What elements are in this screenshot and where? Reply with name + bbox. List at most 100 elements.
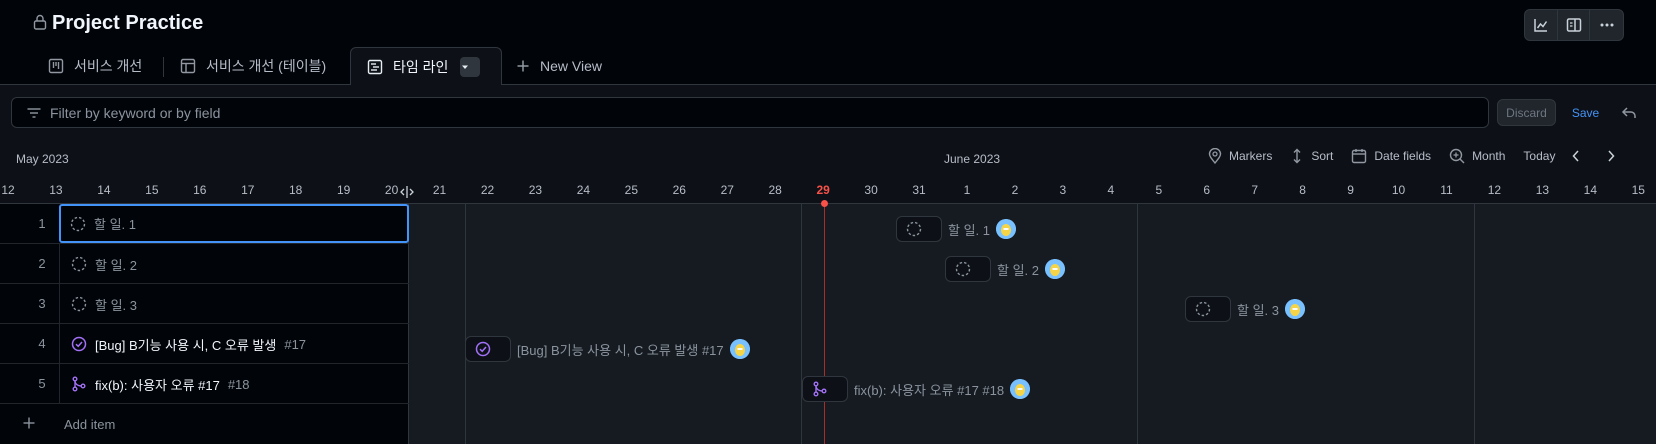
tab-table-view[interactable]: 서비스 개선 (테이블) [180,47,326,85]
day-label: 14 [1583,183,1598,197]
week-divider [1137,204,1138,444]
day-label: 2 [1011,183,1019,197]
row-title-cell[interactable]: 할 일. 1 [59,204,409,243]
timeline-item-label: 할 일. 3 [1237,302,1279,318]
timeline-item[interactable]: [Bug] B기능 사용 시, C 오류 발생 #17 [465,336,750,362]
previous-button[interactable] [1571,149,1588,163]
markers-label: Markers [1229,149,1273,163]
add-item-label: Add item [64,417,116,432]
timeline-item[interactable]: 할 일. 3 [1185,296,1305,322]
plus-icon [23,417,35,429]
day-label: 3 [1059,183,1067,197]
day-label: 14 [97,183,111,197]
draft-icon [906,221,922,237]
sort-icon [1293,148,1301,164]
issue-number: #17 [284,336,307,352]
table-row[interactable]: 3 할 일. 3 [0,284,409,324]
today-button[interactable]: Today [1523,149,1555,163]
tab-roadmap-view[interactable]: 타임 라인 [350,47,502,86]
month-label-june: June 2023 [944,152,1001,166]
lock-icon [33,14,47,30]
timeline-item[interactable]: 할 일. 2 [945,256,1065,282]
table-row[interactable]: 4 [Bug] B기능 사용 시, C 오류 발생 #17 [0,324,409,364]
insights-button[interactable] [1525,10,1558,40]
column-resize-icon[interactable] [400,186,414,198]
day-label: 26 [672,183,686,197]
timeline-item-pill[interactable] [896,216,942,242]
today-marker-dot [821,200,828,207]
day-label: 9 [1347,183,1354,197]
discard-button[interactable]: Discard [1497,99,1556,126]
tab-label: 서비스 개선 [74,58,143,74]
day-label: 29 [816,183,830,197]
issue-closed-icon [475,341,491,357]
row-title: 할 일. 1 [94,217,136,232]
date-fields-button[interactable]: Date fields [1351,148,1431,164]
day-label: 28 [768,183,782,197]
table-icon [180,58,196,74]
day-label: 21 [432,183,447,197]
filter-input[interactable]: Filter by keyword or by field [11,97,1489,128]
zoom-button[interactable]: Month [1449,148,1505,164]
day-label: 6 [1203,183,1211,197]
row-title-cell[interactable]: fix(b): 사용자 오류 #17 #18 [59,364,409,404]
save-button[interactable]: Save [1565,99,1606,126]
day-label: 15 [1631,183,1645,197]
view-options-button[interactable] [460,57,481,77]
day-label: 15 [145,183,159,197]
kebab-icon [1600,23,1614,27]
table-row[interactable]: 1 할 일. 1 [0,204,409,244]
timeline-item[interactable]: 할 일. 1 [896,216,1016,242]
more-options-button[interactable] [1590,10,1623,40]
tab-label: 타임 라인 [393,59,449,75]
timeline-item-label: [Bug] B기능 사용 시, C 오류 발생 #17 [517,342,724,358]
next-button[interactable] [1606,149,1623,163]
tab-board-view[interactable]: 서비스 개선 [48,47,142,85]
row-number: 5 [38,376,46,391]
items-table: 1 할 일. 1 2 할 일. 2 3 할 일. 3 4 [Bug] B기능 사… [0,204,409,444]
table-row[interactable]: 2 할 일. 2 [0,244,409,284]
add-item-row[interactable]: Add item [0,404,409,444]
chevron-left-icon [1572,150,1580,162]
day-label: 17 [241,183,255,197]
new-view-button[interactable]: New View [516,47,602,85]
header-actions [1524,9,1624,41]
zoom-label: Month [1472,149,1506,163]
tab-label: 서비스 개선 (테이블) [206,58,327,74]
row-title[interactable]: [Bug] B기능 사용 시, C 오류 발생 [95,335,276,354]
row-title[interactable]: fix(b): 사용자 오류 #17 [95,375,220,394]
row-number: 1 [38,216,46,231]
row-title-cell[interactable]: [Bug] B기능 사용 시, C 오류 발생 #17 [59,324,409,364]
timeline-item-pill[interactable] [945,256,991,282]
markers-button[interactable]: Markers [1208,148,1272,164]
filter-placeholder: Filter by keyword or by field [50,104,221,121]
draft-icon [1195,301,1211,317]
timeline-item[interactable]: fix(b): 사용자 오류 #17 #18 [802,376,1031,402]
day-label: 8 [1299,183,1306,197]
today-marker-line [824,204,825,444]
timeline-toolbar: Markers Sort Date fields Month Today [1208,141,1623,171]
day-label: 1 [963,183,971,197]
timeline-item-pill[interactable] [802,376,848,402]
draft-icon [70,216,86,232]
row-title-cell[interactable]: 할 일. 2 [59,244,409,284]
day-label: 4 [1107,183,1115,197]
calendar-icon [1352,149,1367,164]
day-label: 22 [480,183,495,197]
row-title-cell[interactable]: 할 일. 3 [59,284,409,324]
day-label: 25 [624,183,639,197]
sort-button[interactable]: Sort [1290,148,1333,164]
project-title: Project Practice [52,12,204,34]
undo-icon[interactable] [1621,105,1637,121]
issue-number: #18 [227,376,250,392]
tab-label: New View [540,58,602,74]
timeline-item-pill[interactable] [1185,296,1231,322]
table-row[interactable]: 5 fix(b): 사용자 오류 #17 #18 [0,364,409,404]
day-label: 30 [864,183,878,197]
side-panel-button[interactable] [1558,10,1591,40]
draft-icon [71,296,87,312]
day-label: 13 [49,183,63,197]
timeline-item-pill[interactable] [465,336,511,362]
timeline-item-label: 할 일. 1 [948,222,990,238]
today-label: Today [1523,149,1556,163]
